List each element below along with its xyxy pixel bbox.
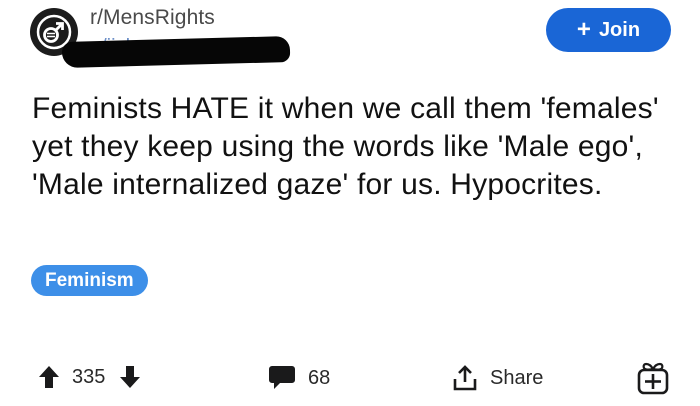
share-button[interactable]: Share <box>452 364 543 392</box>
redaction-scribble <box>61 36 291 68</box>
join-button[interactable]: + Join <box>546 8 671 52</box>
comment-count: 68 <box>308 366 331 389</box>
action-bar: 335 68 Share <box>0 360 700 400</box>
share-label: Share <box>490 366 544 389</box>
gift-icon <box>637 362 669 395</box>
comments-button[interactable]: 68 <box>268 365 330 391</box>
vote-controls: 335 <box>38 365 141 389</box>
subreddit-name[interactable]: r/MensRights <box>90 6 215 30</box>
vote-score: 335 <box>72 365 106 388</box>
post-flair[interactable]: Feminism <box>31 265 148 296</box>
reddit-post: r/MensRights u/jjchennn • 12h + Join Fem… <box>0 0 700 406</box>
post-title[interactable]: Feminists HATE it when we call them 'fem… <box>32 90 682 204</box>
share-icon <box>453 365 477 391</box>
plus-icon: + <box>576 16 591 43</box>
award-button[interactable] <box>636 360 670 396</box>
join-button-label: Join <box>598 18 641 41</box>
arrow-down-icon[interactable] <box>119 365 141 389</box>
arrow-up-icon[interactable] <box>38 365 60 389</box>
comment-bubble-icon <box>269 366 295 389</box>
